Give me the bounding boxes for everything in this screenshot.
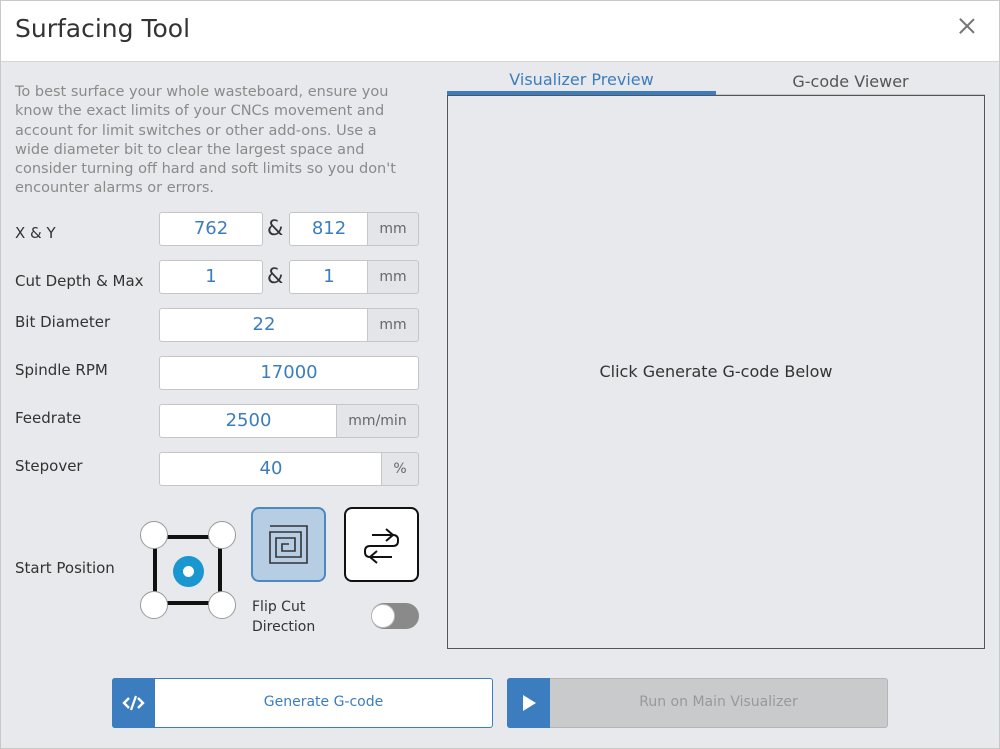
generate-gcode-label: Generate G-code bbox=[263, 694, 384, 710]
stepover-input[interactable]: 40 bbox=[159, 452, 383, 486]
cut-depth-separator: & bbox=[267, 264, 284, 288]
cut-depth-label: Cut Depth & Max bbox=[15, 272, 144, 290]
feedrate-input[interactable]: 2500 bbox=[159, 404, 338, 438]
max-depth-input[interactable]: 1 bbox=[289, 260, 369, 294]
stepover-unit: % bbox=[381, 452, 419, 486]
play-icon bbox=[507, 678, 550, 728]
flip-cut-label-line1: Flip Cut bbox=[252, 599, 306, 615]
modal-title: Surfacing Tool bbox=[15, 14, 191, 43]
cut-depth-input[interactable]: 1 bbox=[159, 260, 263, 294]
spindle-rpm-label: Spindle RPM bbox=[15, 361, 108, 379]
tab-gcode-viewer[interactable]: G-code Viewer bbox=[716, 67, 985, 95]
start-corner-bottom-right[interactable] bbox=[208, 591, 236, 619]
spiral-pattern-button[interactable] bbox=[251, 507, 326, 582]
bit-diameter-unit: mm bbox=[367, 308, 419, 342]
modal-header: Surfacing Tool bbox=[1, 1, 999, 62]
visualizer-panel: Click Generate G-code Below bbox=[447, 95, 985, 649]
start-corner-bottom-left[interactable] bbox=[140, 591, 168, 619]
start-corner-top-right[interactable] bbox=[208, 521, 236, 549]
tab-visualizer-preview[interactable]: Visualizer Preview bbox=[447, 67, 716, 95]
flip-cut-toggle[interactable] bbox=[371, 603, 419, 629]
x-input[interactable]: 762 bbox=[159, 212, 263, 246]
stepover-label: Stepover bbox=[15, 457, 83, 475]
spiral-icon bbox=[269, 525, 308, 564]
xy-unit: mm bbox=[367, 212, 419, 246]
zigzag-pattern-button[interactable] bbox=[344, 507, 419, 582]
run-on-main-visualizer-button[interactable]: Run on Main Visualizer bbox=[507, 678, 888, 728]
xy-label: X & Y bbox=[15, 224, 56, 242]
close-icon[interactable] bbox=[956, 15, 978, 37]
bit-diameter-label: Bit Diameter bbox=[15, 313, 111, 331]
spindle-rpm-input[interactable]: 17000 bbox=[159, 356, 419, 390]
bit-diameter-input[interactable]: 22 bbox=[159, 308, 369, 342]
y-input[interactable]: 812 bbox=[289, 212, 369, 246]
start-position-label: Start Position bbox=[15, 559, 115, 577]
surfacing-tool-modal: Surfacing Tool To best surface your whol… bbox=[0, 0, 1000, 749]
cut-depth-unit: mm bbox=[367, 260, 419, 294]
visualizer-message: Click Generate G-code Below bbox=[599, 362, 833, 381]
feedrate-label: Feedrate bbox=[15, 409, 82, 427]
xy-separator: & bbox=[267, 216, 284, 240]
description-text: To best surface your whole wasteboard, e… bbox=[15, 84, 396, 197]
code-icon bbox=[112, 678, 155, 728]
start-center-radio[interactable] bbox=[173, 556, 204, 587]
toggle-knob bbox=[371, 604, 395, 628]
generate-gcode-button[interactable]: Generate G-code bbox=[112, 678, 493, 728]
flip-cut-label: Flip Cut Direction bbox=[252, 597, 315, 637]
feedrate-unit: mm/min bbox=[336, 404, 419, 438]
zigzag-icon bbox=[364, 528, 399, 564]
start-corner-top-left[interactable] bbox=[140, 521, 168, 549]
run-on-main-visualizer-label: Run on Main Visualizer bbox=[639, 694, 798, 710]
flip-cut-label-line2: Direction bbox=[252, 619, 316, 635]
